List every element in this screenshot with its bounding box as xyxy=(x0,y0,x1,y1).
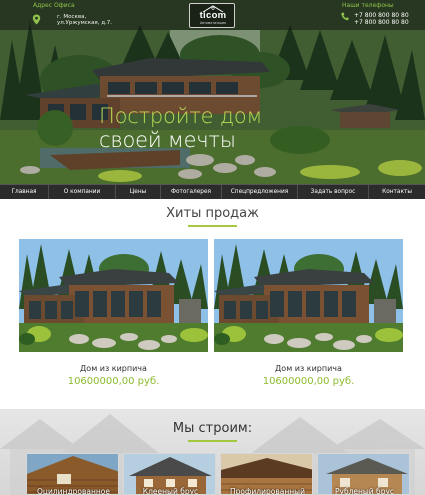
nav-item-about[interactable]: О компании xyxy=(49,185,116,199)
phone-number-1[interactable]: +7 800 800 80 80 xyxy=(354,12,409,19)
phone-number-2[interactable]: +7 800 800 80 80 xyxy=(354,19,409,26)
category-tile[interactable]: Клееный брус xyxy=(123,453,216,495)
phones-title: Наши телефоны xyxy=(342,2,394,9)
we-build-title-underline xyxy=(188,440,237,442)
nav-item-special-offers[interactable]: Спецпредложения xyxy=(222,185,298,199)
nav-item-ask-question[interactable]: Задать вопрос xyxy=(298,185,369,199)
product-card-price: 10600000,00 руб. xyxy=(262,376,355,387)
product-card-name[interactable]: Дом из кирпича xyxy=(214,364,403,373)
category-tile-label: Клееный брус xyxy=(142,487,199,495)
hits-section-title: Хиты продаж xyxy=(166,206,259,221)
category-tile[interactable]: Рубленый брус xyxy=(317,453,410,495)
product-card-image[interactable] xyxy=(19,239,208,352)
category-tile[interactable]: Оцилиндрованное xyxy=(26,453,119,495)
product-card-name[interactable]: Дом из кирпича xyxy=(19,364,208,373)
phone-icon xyxy=(341,12,349,21)
location-pin-icon xyxy=(32,14,41,25)
logo-subtitle: Автоматизация xyxy=(200,21,226,25)
category-tile-label: Профилированный xyxy=(230,487,305,495)
product-card-image[interactable] xyxy=(214,239,403,352)
logo-name: ticom xyxy=(199,10,227,21)
hero-heading-line1: Постройте дом xyxy=(99,104,263,128)
nav-item-prices[interactable]: Цены xyxy=(116,185,161,199)
top-info-bar: Адрес Офиса г. Москва, ул.Уржумская, д.7… xyxy=(0,0,425,30)
hero-heading-line2: своей мечты xyxy=(99,128,236,152)
company-logo[interactable]: ticom Автоматизация xyxy=(189,3,235,28)
office-address-line2: ул.Уржумская, д.7. xyxy=(57,20,113,26)
we-build-title: Мы строим: xyxy=(172,421,253,436)
nav-item-home[interactable]: Главная xyxy=(0,185,49,199)
category-tile[interactable]: Профилированный xyxy=(220,453,313,495)
office-title: Адрес Офиса xyxy=(33,2,75,9)
main-navigation: Главная О компании Цены Фотогалерея Спец… xyxy=(0,184,425,199)
hits-title-underline xyxy=(188,225,237,227)
nav-item-gallery[interactable]: Фотогалерея xyxy=(161,185,222,199)
category-tile-label: Рубленый брус xyxy=(334,487,395,495)
hero-banner: Адрес Офиса г. Москва, ул.Уржумская, д.7… xyxy=(0,0,425,184)
category-tile-label: Оцилиндрованное xyxy=(36,487,110,495)
nav-item-contacts[interactable]: Контакты xyxy=(369,185,425,199)
product-card-price: 10600000,00 руб. xyxy=(67,376,160,387)
